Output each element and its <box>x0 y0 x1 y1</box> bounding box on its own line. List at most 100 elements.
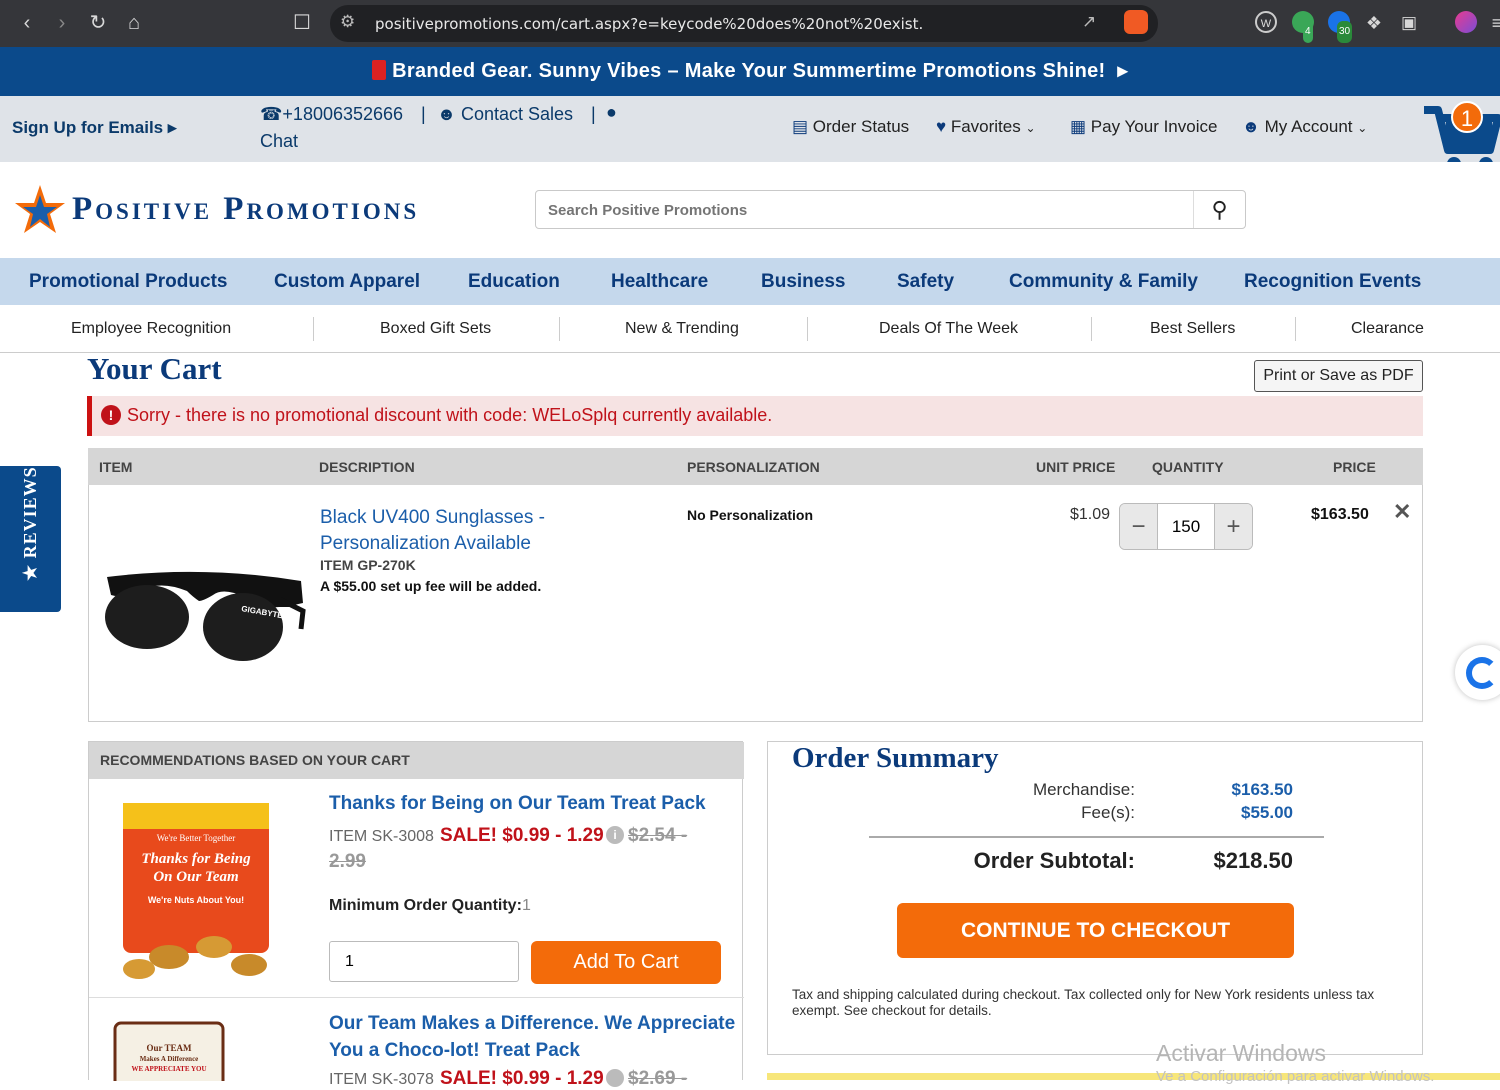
nav-healthcare[interactable]: Healthcare <box>611 271 708 293</box>
sidebar-icon[interactable]: ▣ <box>1396 10 1422 36</box>
home-icon[interactable]: ⌂ <box>121 10 147 36</box>
promo-banner[interactable]: Branded Gear. Sunny Vibes – Make Your Su… <box>0 47 1500 96</box>
site-info-icon[interactable]: ⚙ <box>340 12 355 32</box>
min-order-label: Minimum Order Quantity: <box>329 897 522 914</box>
unit-price: $1.09 <box>1070 506 1111 523</box>
brave-shield-icon[interactable] <box>1124 10 1148 34</box>
chat-bubble-icon[interactable]: ● <box>606 102 617 123</box>
back-icon[interactable]: ‹ <box>14 10 40 36</box>
search-button[interactable]: ⚲ <box>1193 191 1245 228</box>
col-price: PRICE <box>1333 459 1376 475</box>
divider <box>89 997 744 998</box>
line-price: $163.50 <box>1311 506 1369 523</box>
setup-fee-note: A $55.00 set up fee will be added. <box>320 578 542 594</box>
contact-sales-link[interactable]: ☻ Contact Sales <box>437 104 573 125</box>
nav-promotional-products[interactable]: Promotional Products <box>29 271 227 293</box>
decrease-quantity-button[interactable]: − <box>1120 504 1158 549</box>
address-bar[interactable]: ⚙ positivepromotions.com/cart.aspx?e=key… <box>330 5 1158 42</box>
reload-icon[interactable]: ↻ <box>85 10 111 36</box>
col-unit-price: UNIT PRICE <box>1036 459 1116 475</box>
pkg2-text-3: WE APPRECIATE YOU <box>131 1065 206 1073</box>
checkout-button[interactable]: CONTINUE TO CHECKOUT <box>897 903 1294 958</box>
chat-link[interactable]: Chat <box>260 131 298 152</box>
heart-icon: ♥ <box>936 117 947 136</box>
account-icon: ☻ <box>1242 117 1260 136</box>
share-icon[interactable]: ↗ <box>1082 12 1096 32</box>
remove-item-icon[interactable]: ✕ <box>1393 499 1411 525</box>
extension-green-icon[interactable]: 4 <box>1292 11 1314 43</box>
reco-product-name-link[interactable]: Thanks for Being on Our Team Treat Pack <box>329 793 706 815</box>
my-account-link[interactable]: ☻ My Account ⌄ <box>1242 117 1367 137</box>
reviews-tab[interactable]: ★ REVIEWS <box>0 466 61 612</box>
search-input[interactable] <box>548 199 1188 221</box>
nav-business[interactable]: Business <box>761 271 845 293</box>
divider <box>807 317 808 341</box>
profile-avatar-icon[interactable] <box>1455 11 1477 33</box>
favorites-link[interactable]: ♥ Favorites ⌄ <box>936 117 1036 137</box>
nav-education[interactable]: Education <box>468 271 560 293</box>
cup-icon <box>372 60 387 80</box>
reco2-original-price: $2.69 - <box>628 1068 688 1089</box>
reco2-name-line-2: You a Choco-lot! Treat Pack <box>329 1040 580 1061</box>
product-image-choco-pack[interactable]: Our TEAM Makes A Difference WE APPRECIAT… <box>109 1017 229 1081</box>
product-name-link[interactable]: Black UV400 Sunglasses - Personalization… <box>320 505 545 557</box>
extension-blue-icon[interactable]: 30 <box>1328 11 1353 43</box>
divider <box>313 317 314 341</box>
site-logo[interactable]: Positive Promotions <box>12 183 492 237</box>
quantity-stepper: − + <box>1119 503 1253 550</box>
wallet-extension-icon[interactable]: W <box>1255 11 1277 33</box>
nav-community-family[interactable]: Community & Family <box>1009 271 1198 293</box>
reco-quantity-input[interactable] <box>329 941 519 982</box>
subnav-boxed-gift-sets[interactable]: Boxed Gift Sets <box>380 320 491 338</box>
product-item-number: ITEM GP-270K <box>320 557 416 573</box>
pay-invoice-label: Pay Your Invoice <box>1090 117 1218 136</box>
add-to-cart-button[interactable]: Add To Cart <box>531 941 721 984</box>
order-status-link[interactable]: ▤ Order Status <box>792 117 909 137</box>
search-bar: ⚲ <box>535 190 1246 229</box>
pkg2-text-2: Makes A Difference <box>140 1055 199 1063</box>
promo-error-alert: ! Sorry - there is no promotional discou… <box>87 396 1423 436</box>
fees-label: Fee(s): <box>1081 803 1135 822</box>
nav-custom-apparel[interactable]: Custom Apparel <box>274 271 420 293</box>
increase-quantity-button[interactable]: + <box>1214 504 1252 549</box>
reco-product-name-link[interactable]: Our Team Makes a Difference. We Apprecia… <box>329 1010 735 1064</box>
nav-safety[interactable]: Safety <box>897 271 954 293</box>
ext-badge: 4 <box>1303 21 1313 43</box>
subnav-new-trending[interactable]: New & Trending <box>625 320 739 338</box>
reco-item-number: ITEM SK-3008 <box>329 828 434 845</box>
divider <box>1295 317 1296 341</box>
phone-link[interactable]: ☎+18006352666 <box>260 104 403 125</box>
quantity-input[interactable] <box>1158 504 1214 549</box>
fees-value: $55.00 <box>1241 803 1293 822</box>
col-personalization: PERSONALIZATION <box>687 459 820 475</box>
col-item: ITEM <box>99 459 133 475</box>
subnav-employee-recognition[interactable]: Employee Recognition <box>71 320 231 338</box>
subnav-clearance[interactable]: Clearance <box>1351 320 1424 338</box>
subnav-deals-of-week[interactable]: Deals Of The Week <box>879 320 1018 338</box>
chevron-right-icon: ▸ <box>1117 60 1128 82</box>
product-image-sunglasses[interactable]: GIGABYTE <box>103 567 307 667</box>
divider <box>1091 317 1092 341</box>
phone-icon: ☎ <box>260 104 283 124</box>
subnav-best-sellers[interactable]: Best Sellers <box>1150 320 1235 338</box>
sign-up-emails-link[interactable]: Sign Up for Emails ▸ <box>12 118 176 138</box>
info-icon[interactable]: i <box>606 826 624 844</box>
product-image-treat-pack[interactable]: We're Better Together Thanks for Being O… <box>109 797 279 982</box>
browser-toolbar: ‹ › ↻ ⌂ ☐ ⚙ positivepromotions.com/cart.… <box>0 0 1500 47</box>
grammar-assistant-button[interactable] <box>1455 645 1500 700</box>
print-pdf-button[interactable]: Print or Save as PDF <box>1254 360 1423 392</box>
info-icon[interactable] <box>606 1069 624 1087</box>
pay-invoice-link[interactable]: ▦ Pay Your Invoice <box>1070 117 1217 137</box>
forward-icon[interactable]: › <box>49 10 75 36</box>
bookmark-icon[interactable]: ☐ <box>289 10 315 36</box>
alert-icon: ! <box>101 405 121 425</box>
pkg-main-text-1: Thanks for Being <box>141 851 251 867</box>
menu-icon[interactable]: ≡ <box>1484 10 1500 36</box>
extensions-puzzle-icon[interactable]: ❖ <box>1361 10 1387 36</box>
subtotal-value: $218.50 <box>1213 848 1293 873</box>
reco-sale-price: SALE! $0.99 - 1.29 <box>440 825 604 846</box>
merchandise-label: Merchandise: <box>1032 780 1135 799</box>
windows-watermark: Activar Windows <box>1156 1040 1326 1066</box>
product-name-line-1: Black UV400 Sunglasses - <box>320 507 545 528</box>
nav-recognition-events[interactable]: Recognition Events <box>1244 271 1421 293</box>
